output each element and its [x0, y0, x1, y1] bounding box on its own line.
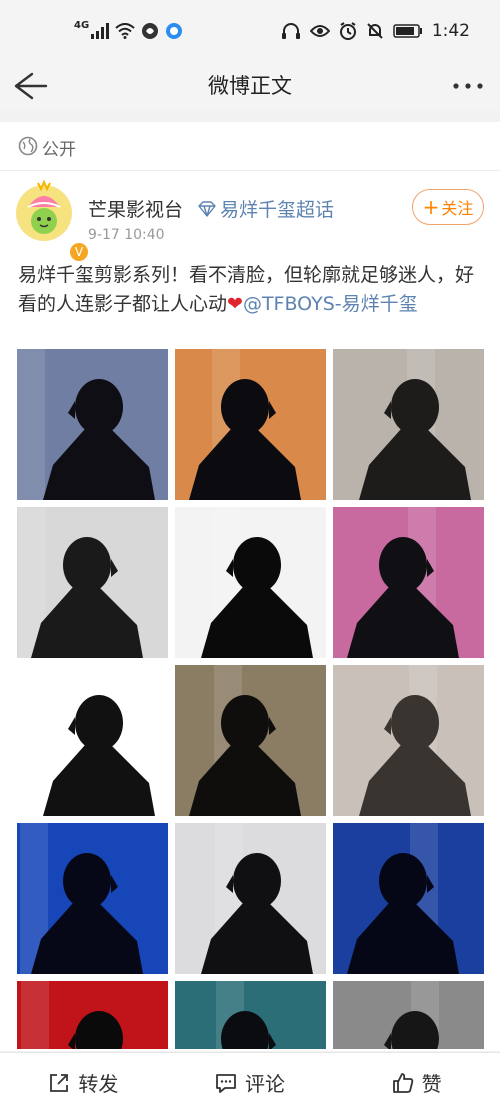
image-grid — [17, 349, 484, 1049]
silhouette-photo — [333, 981, 484, 1049]
image-tile-silhouette-bottle[interactable] — [17, 665, 168, 816]
vpn-icon — [142, 23, 159, 39]
heart-icon: ❤ — [227, 293, 243, 315]
like-button[interactable]: 赞 — [333, 1053, 500, 1112]
repost-button[interactable]: 转发 — [0, 1053, 167, 1112]
silhouette-photo — [175, 665, 326, 816]
more-button[interactable] — [450, 68, 486, 104]
silhouette-photo — [17, 507, 168, 658]
avatar[interactable]: V — [16, 179, 90, 263]
app-notification-icon — [166, 23, 183, 39]
image-tile-silhouette-red[interactable] — [17, 981, 168, 1049]
mute-bell-icon — [367, 23, 383, 39]
author-name[interactable]: 芒果影视台 — [88, 195, 183, 222]
post-time: 9-17 10:40 — [88, 227, 165, 243]
wifi-icon — [115, 23, 135, 39]
nav-bar: 微博正文 — [0, 62, 500, 110]
silhouette-photo — [17, 349, 168, 500]
repost-icon — [50, 1073, 69, 1092]
network-label: 4G — [74, 19, 90, 31]
mention-link[interactable]: @TFBOYS-易烊千玺 — [243, 293, 418, 315]
image-tile-silhouette-blue-1[interactable] — [17, 823, 168, 974]
silhouette-photo — [175, 507, 326, 658]
image-tile-silhouette-rooftop[interactable] — [17, 507, 168, 658]
comment-label: 评论 — [245, 1072, 285, 1096]
image-tile-silhouette-window[interactable] — [17, 349, 168, 500]
mango-logo-icon — [17, 179, 71, 240]
privacy-label: 公开 — [42, 140, 76, 160]
battery-icon — [393, 24, 422, 38]
silhouette-photo — [333, 349, 484, 500]
image-tile-silhouette-stage[interactable] — [175, 665, 326, 816]
more-dots-icon — [453, 83, 483, 89]
silhouette-photo — [175, 823, 326, 974]
verified-badge-icon: V — [68, 241, 90, 263]
globe-icon — [18, 136, 38, 156]
status-left: 4G — [74, 16, 183, 46]
super-topic-link[interactable]: 易烊千玺超话 — [198, 195, 334, 222]
image-tile-silhouette-lights[interactable] — [333, 665, 484, 816]
silhouette-photo — [17, 981, 168, 1049]
comment-button[interactable]: 评论 — [167, 1053, 334, 1112]
status-right: 1:42 — [281, 16, 470, 46]
image-tile-silhouette-blue-2[interactable] — [333, 823, 484, 974]
alarm-icon — [339, 22, 356, 40]
silhouette-photo — [175, 349, 326, 500]
silhouette-photo — [175, 981, 326, 1049]
image-tile-silhouette-white[interactable] — [175, 507, 326, 658]
privacy-row: 公开 — [0, 122, 500, 171]
diamond-icon — [198, 200, 216, 217]
headphones-icon — [281, 23, 300, 39]
weibo-post: V 芒果影视台 易烊千玺超话 9-17 10:40 + 关注 易烊千玺剪影系列！… — [0, 171, 500, 1051]
silhouette-photo — [333, 823, 484, 974]
silhouette-photo — [333, 665, 484, 816]
image-tile-silhouette-teal[interactable] — [175, 981, 326, 1049]
follow-label: 关注 — [441, 199, 474, 218]
image-tile-silhouette-pink[interactable] — [333, 507, 484, 658]
status-bar: 4G 1:42 — [0, 0, 500, 62]
image-tile-silhouette-grey[interactable] — [333, 981, 484, 1049]
signal-icon — [91, 23, 110, 39]
image-tile-silhouette-curtain[interactable] — [333, 349, 484, 500]
page-title: 微博正文 — [208, 74, 292, 98]
thumbs-up-icon — [392, 1072, 413, 1093]
like-label: 赞 — [421, 1072, 442, 1096]
status-time: 1:42 — [431, 21, 470, 41]
silhouette-photo — [17, 665, 168, 816]
action-bar: 转发 评论 赞 — [0, 1052, 500, 1112]
silhouette-photo — [333, 507, 484, 658]
repost-label: 转发 — [78, 1072, 119, 1096]
image-tile-silhouette-sunset[interactable] — [175, 349, 326, 500]
super-topic-label: 易烊千玺超话 — [220, 199, 335, 221]
post-text: 易烊千玺剪影系列！看不清脸，但轮廓就足够迷人，好看的人连影子都让人心动❤@TFB… — [18, 261, 486, 319]
plus-icon: + — [422, 195, 440, 219]
eye-icon — [309, 25, 330, 37]
image-tile-silhouette-pale[interactable] — [175, 823, 326, 974]
comment-icon — [216, 1073, 236, 1093]
follow-button[interactable]: + 关注 — [412, 189, 484, 225]
silhouette-photo — [17, 823, 168, 974]
